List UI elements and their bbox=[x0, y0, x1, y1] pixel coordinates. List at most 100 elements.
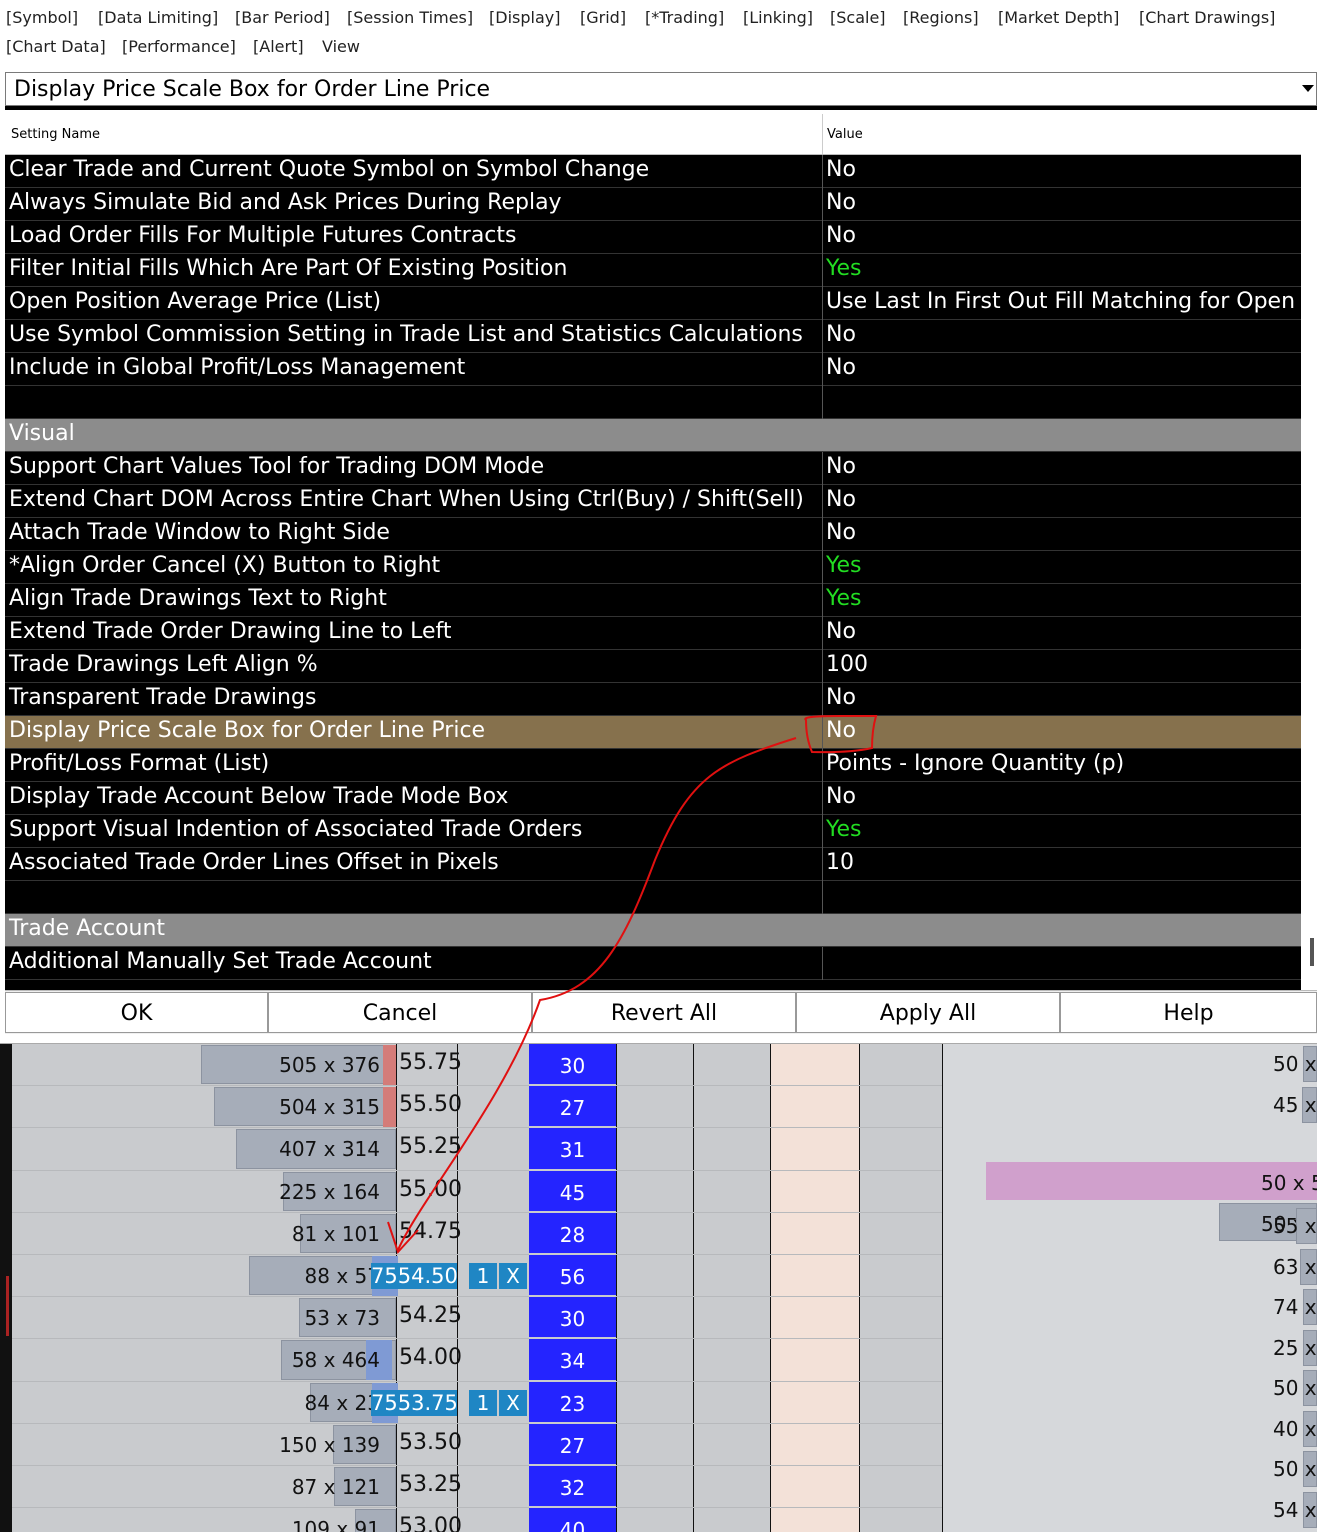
column-header-setting-name[interactable]: Setting Name bbox=[11, 127, 100, 142]
setting-name: *Align Order Cancel (X) Button to Right bbox=[9, 553, 441, 578]
setting-value[interactable]: Yes bbox=[826, 586, 862, 611]
section-header: Trade Account bbox=[5, 914, 1301, 947]
setting-row[interactable]: Open Position Average Price (List) Use La… bbox=[5, 287, 1301, 320]
setting-row[interactable]: Filter Initial Fills Which Are Part Of E… bbox=[5, 254, 1301, 287]
scrollbar-thumb[interactable] bbox=[1310, 938, 1314, 966]
spacer-row bbox=[5, 386, 1301, 419]
setting-row[interactable]: Transparent Trade Drawings No bbox=[5, 683, 1301, 716]
setting-row[interactable]: Clear Trade and Current Quote Symbol on … bbox=[5, 155, 1301, 188]
cell-divider bbox=[822, 782, 823, 815]
setting-value[interactable]: Yes bbox=[826, 817, 862, 842]
revert-all-button[interactable]: Revert All bbox=[532, 992, 796, 1033]
volume-cell-divider bbox=[529, 1168, 616, 1171]
setting-row[interactable]: Associated Trade Order Lines Offset in P… bbox=[5, 848, 1301, 881]
setting-row[interactable]: Extend Trade Order Drawing Line to Left N… bbox=[5, 617, 1301, 650]
setting-row[interactable]: Use Symbol Commission Setting in Trade L… bbox=[5, 320, 1301, 353]
setting-row[interactable]: Attach Trade Window to Right Side No bbox=[5, 518, 1301, 551]
setting-row[interactable]: Support Chart Values Tool for Trading DO… bbox=[5, 452, 1301, 485]
column-header-value[interactable]: Value bbox=[827, 127, 863, 142]
ask-size-label: 63 x bbox=[1273, 1254, 1317, 1279]
setting-value[interactable]: Points - Ignore Quantity (p) bbox=[826, 751, 1124, 776]
setting-row[interactable]: Trade Drawings Left Align % 100 bbox=[5, 650, 1301, 683]
setting-value[interactable]: No bbox=[826, 487, 856, 512]
setting-row[interactable]: Load Order Fills For Multiple Futures Co… bbox=[5, 221, 1301, 254]
setting-value[interactable]: 10 bbox=[826, 850, 854, 875]
order-quantity[interactable]: 1 bbox=[469, 1389, 497, 1416]
setting-value[interactable]: No bbox=[826, 355, 856, 380]
dom-column-divider bbox=[770, 1044, 771, 1532]
setting-search-combo[interactable]: Display Price Scale Box for Order Line P… bbox=[5, 72, 1317, 106]
volume-cell-divider bbox=[529, 1464, 616, 1466]
setting-value[interactable]: No bbox=[826, 784, 856, 809]
order-cancel-button[interactable]: X bbox=[499, 1389, 527, 1416]
bid-recent-marker bbox=[383, 1045, 396, 1085]
setting-row[interactable]: *Align Order Cancel (X) Button to Right Y… bbox=[5, 551, 1301, 584]
setting-value[interactable]: No bbox=[826, 718, 856, 743]
settings-tab-strip: [Symbol] [Data Limiting] [Bar Period] [S… bbox=[0, 0, 1317, 62]
order-cancel-button[interactable]: X bbox=[499, 1263, 527, 1289]
volume-cell-divider bbox=[529, 1253, 616, 1255]
setting-name: Attach Trade Window to Right Side bbox=[9, 520, 390, 545]
tab-performance[interactable]: [Performance] bbox=[122, 37, 236, 57]
setting-value[interactable]: No bbox=[826, 454, 856, 479]
volume-cell-divider bbox=[529, 1506, 616, 1509]
grid-scrollbar[interactable] bbox=[1301, 110, 1317, 990]
tab-alert[interactable]: [Alert] bbox=[253, 37, 304, 57]
tab-bar-period[interactable]: [Bar Period] bbox=[235, 8, 330, 28]
ok-button[interactable]: OK bbox=[5, 992, 268, 1033]
setting-name: Extend Trade Order Drawing Line to Left bbox=[9, 619, 452, 644]
tab-chart-data[interactable]: [Chart Data] bbox=[6, 37, 106, 57]
ask-size-label: 74 x bbox=[1273, 1295, 1317, 1319]
setting-row[interactable]: Additional Manually Set Trade Account bbox=[5, 947, 1301, 980]
cell-divider bbox=[822, 815, 823, 848]
setting-value[interactable]: No bbox=[826, 685, 856, 710]
tab-trading[interactable]: [*Trading] bbox=[645, 8, 724, 28]
dom-column-divider bbox=[693, 1044, 694, 1532]
apply-all-button[interactable]: Apply All bbox=[796, 992, 1060, 1033]
setting-value[interactable]: Use Last In First Out Fill Matching for … bbox=[826, 289, 1301, 314]
tab-regions[interactable]: [Regions] bbox=[903, 8, 979, 28]
tab-session-times[interactable]: [Session Times] bbox=[347, 8, 473, 28]
setting-value[interactable]: No bbox=[826, 223, 856, 248]
order-price-box[interactable]: 7554.50 bbox=[371, 1263, 458, 1289]
cancel-button[interactable]: Cancel bbox=[268, 992, 532, 1033]
section-title: Trade Account bbox=[9, 916, 166, 941]
order-quantity[interactable]: 1 bbox=[469, 1263, 497, 1289]
spacer-row bbox=[5, 881, 1301, 914]
setting-row[interactable]: Display Trade Account Below Trade Mode B… bbox=[5, 782, 1301, 815]
setting-value[interactable]: Yes bbox=[826, 256, 862, 281]
setting-value[interactable]: Yes bbox=[826, 553, 862, 578]
tab-linking[interactable]: [Linking] bbox=[743, 8, 813, 28]
tab-view[interactable]: View bbox=[322, 37, 360, 57]
tab-chart-drawings[interactable]: [Chart Drawings] bbox=[1139, 8, 1275, 28]
tab-display[interactable]: [Display] bbox=[489, 8, 560, 28]
setting-value[interactable]: No bbox=[826, 322, 856, 347]
dom-row-line bbox=[12, 1338, 942, 1340]
setting-row[interactable]: Support Visual Indention of Associated T… bbox=[5, 815, 1301, 848]
setting-value[interactable]: 100 bbox=[826, 652, 868, 677]
volume-label: 27 bbox=[559, 1433, 586, 1458]
tab-symbol[interactable]: [Symbol] bbox=[6, 8, 78, 28]
setting-value[interactable]: No bbox=[826, 157, 856, 182]
ask-size-label: 50 x 5 bbox=[1261, 1171, 1317, 1195]
setting-row[interactable]: Extend Chart DOM Across Entire Chart Whe… bbox=[5, 485, 1301, 518]
setting-row[interactable]: Profit/Loss Format (List) Points - Ignore… bbox=[5, 749, 1301, 782]
setting-value[interactable]: No bbox=[826, 190, 856, 215]
setting-row[interactable]: Display Price Scale Box for Order Line P… bbox=[5, 716, 1301, 749]
volume-label: 30 bbox=[559, 1307, 586, 1332]
setting-row[interactable]: Align Trade Drawings Text to Right Yes bbox=[5, 584, 1301, 617]
cell-divider bbox=[822, 650, 823, 683]
tab-scale[interactable]: [Scale] bbox=[830, 8, 886, 28]
setting-row[interactable]: Include in Global Profit/Loss Management… bbox=[5, 353, 1301, 386]
help-button[interactable]: Help bbox=[1060, 992, 1317, 1033]
tab-data-limiting[interactable]: [Data Limiting] bbox=[98, 8, 218, 28]
dom-row-line bbox=[12, 1254, 942, 1255]
tab-market-depth[interactable]: [Market Depth] bbox=[998, 8, 1119, 28]
setting-value[interactable]: No bbox=[826, 619, 856, 644]
setting-row[interactable]: Always Simulate Bid and Ask Prices Durin… bbox=[5, 188, 1301, 221]
setting-value[interactable]: No bbox=[826, 520, 856, 545]
order-price-box[interactable]: 7553.75 bbox=[371, 1389, 458, 1416]
tab-grid[interactable]: [Grid] bbox=[580, 8, 626, 28]
cell-divider bbox=[822, 551, 823, 584]
chevron-down-icon[interactable] bbox=[1302, 85, 1314, 92]
